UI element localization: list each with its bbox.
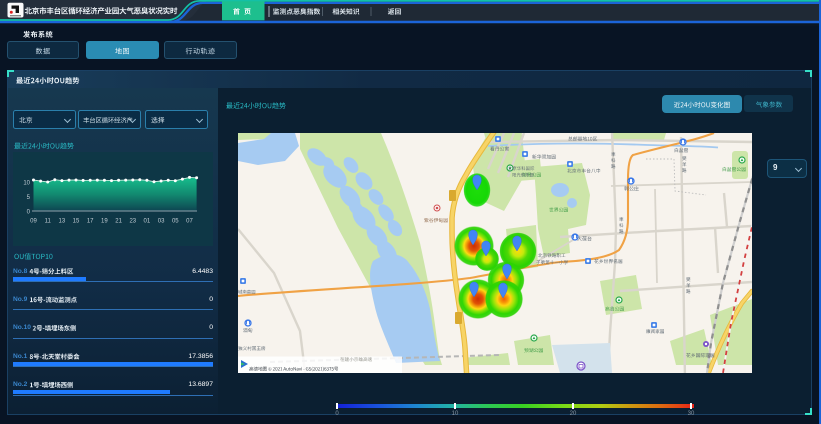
svg-text:13: 13: [59, 219, 66, 225]
svg-text:01: 01: [144, 219, 151, 225]
svg-text:07: 07: [186, 219, 193, 225]
svg-text:19: 19: [101, 219, 108, 225]
svg-text:03: 03: [158, 219, 165, 225]
svg-text:15: 15: [73, 219, 80, 225]
svg-text:23: 23: [129, 219, 136, 225]
svg-text:10: 10: [23, 181, 30, 187]
svg-text:05: 05: [172, 219, 179, 225]
svg-text:17: 17: [87, 219, 94, 225]
svg-text:5: 5: [27, 195, 31, 201]
svg-text:0: 0: [27, 210, 31, 216]
svg-text:11: 11: [45, 219, 52, 225]
svg-text:21: 21: [115, 219, 122, 225]
svg-text:09: 09: [30, 219, 37, 225]
